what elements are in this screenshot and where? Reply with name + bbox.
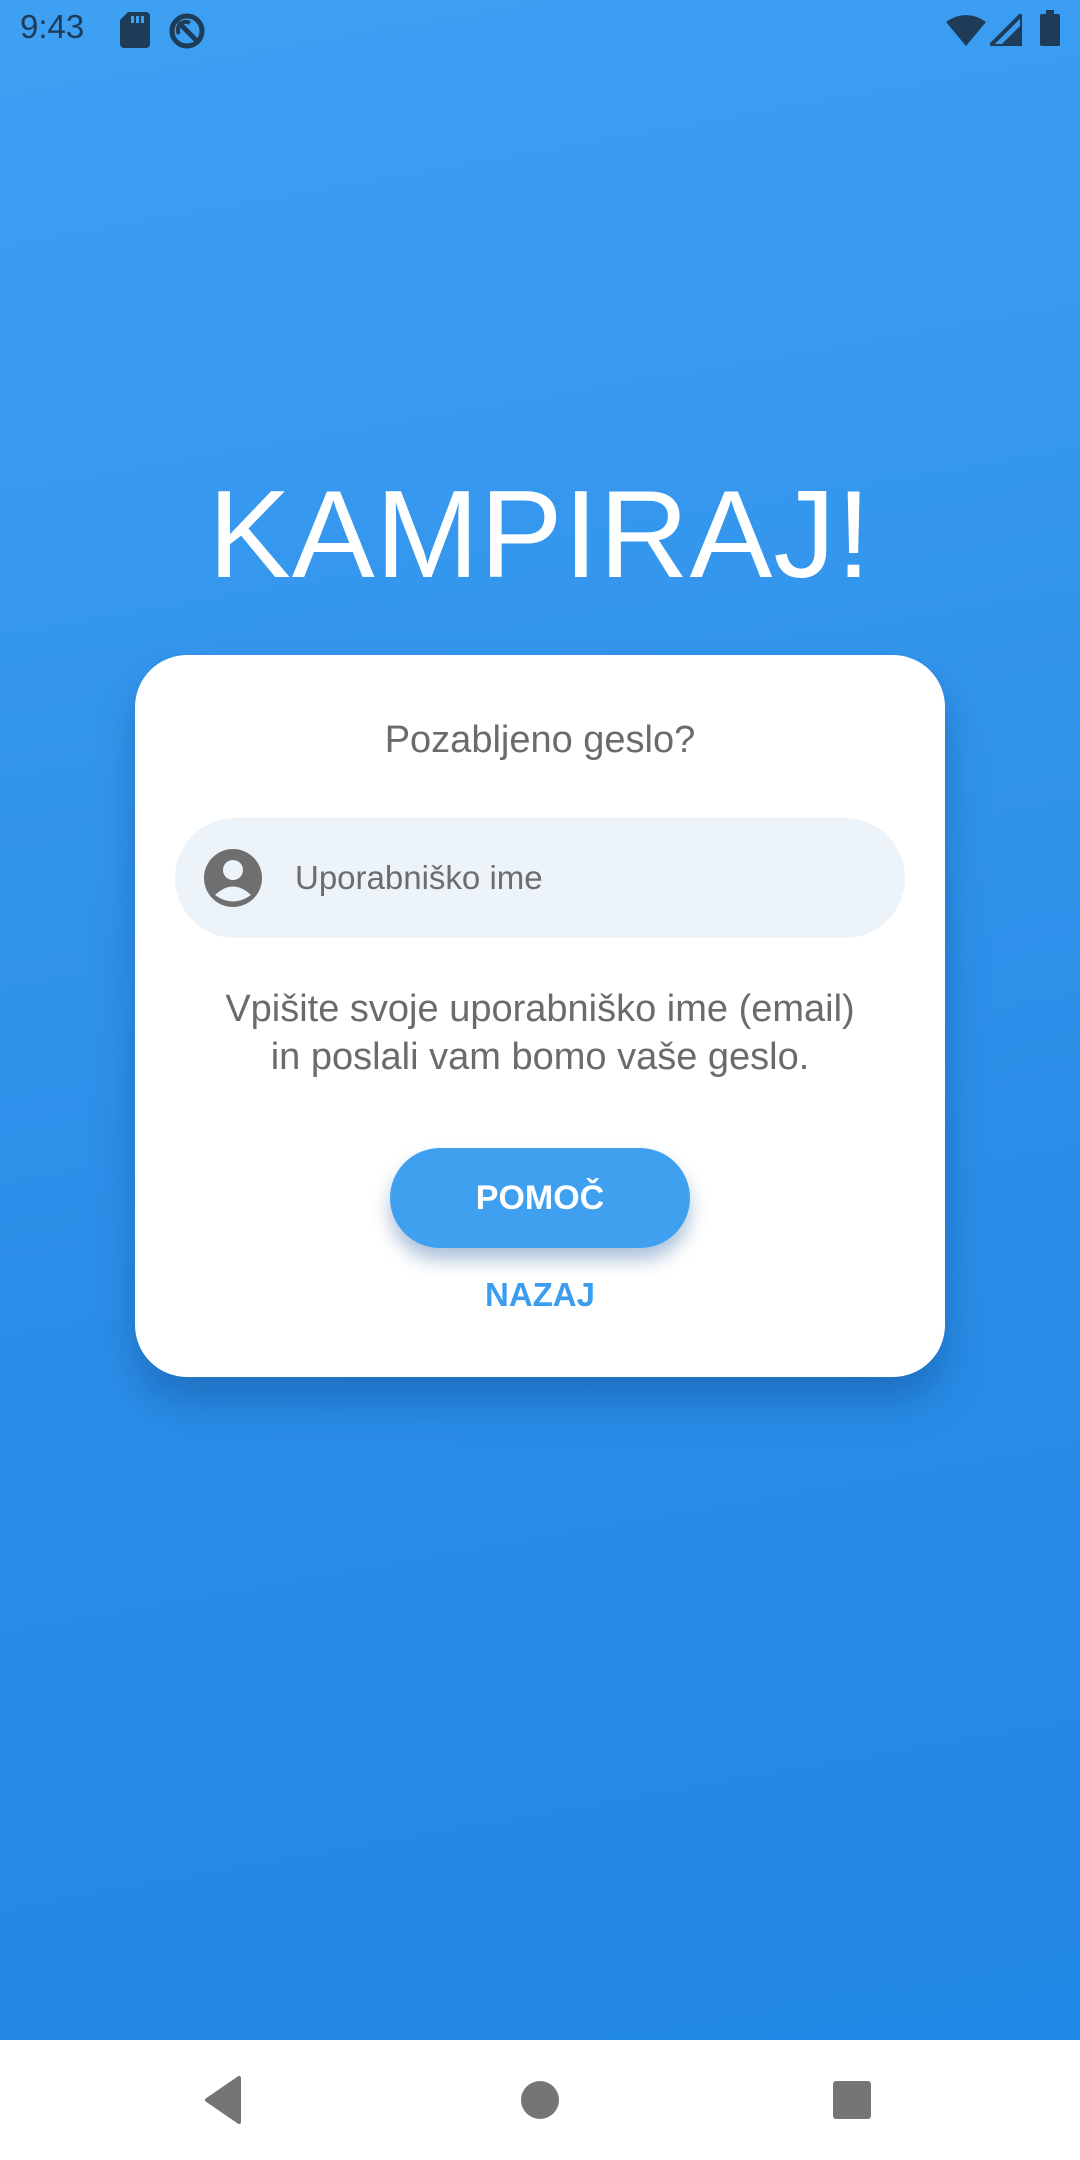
username-input[interactable]: Uporabniško ime	[175, 818, 905, 938]
app-title: KAMPIRAJ!	[208, 466, 872, 604]
username-input-placeholder[interactable]: Uporabniško ime	[295, 818, 543, 938]
forgot-password-card: Pozabljeno geslo? Uporabniško ime Vpišit…	[135, 655, 945, 1377]
sync-icon	[168, 12, 206, 54]
help-text: Vpišite svoje uporabniško ime (email) in…	[155, 985, 925, 1081]
home-icon[interactable]	[510, 2070, 570, 2130]
signal-icon	[988, 12, 1024, 50]
recents-icon[interactable]	[822, 2070, 882, 2130]
screen: 9:43 KAMPIRAJ! Pozabljeno geslo? Uporabn…	[0, 0, 1080, 2160]
navigation-bar	[0, 2040, 1080, 2160]
help-text-line-2: in poslali vam bomo vaše geslo.	[270, 1036, 810, 1078]
status-time: 9:43	[20, 8, 85, 45]
help-button[interactable]: POMOČ	[390, 1148, 690, 1248]
back-button[interactable]: NAZAJ	[440, 1265, 640, 1325]
battery-icon	[1040, 10, 1060, 50]
back-icon[interactable]	[195, 2070, 255, 2130]
card-heading: Pozabljeno geslo?	[384, 719, 696, 761]
sd-card-icon	[120, 12, 150, 52]
wifi-icon	[946, 14, 986, 50]
help-text-line-1: Vpišite svoje uporabniško ime (email)	[225, 988, 855, 1030]
status-bar: 9:43	[0, 0, 1080, 62]
account-circle-icon	[203, 848, 263, 908]
